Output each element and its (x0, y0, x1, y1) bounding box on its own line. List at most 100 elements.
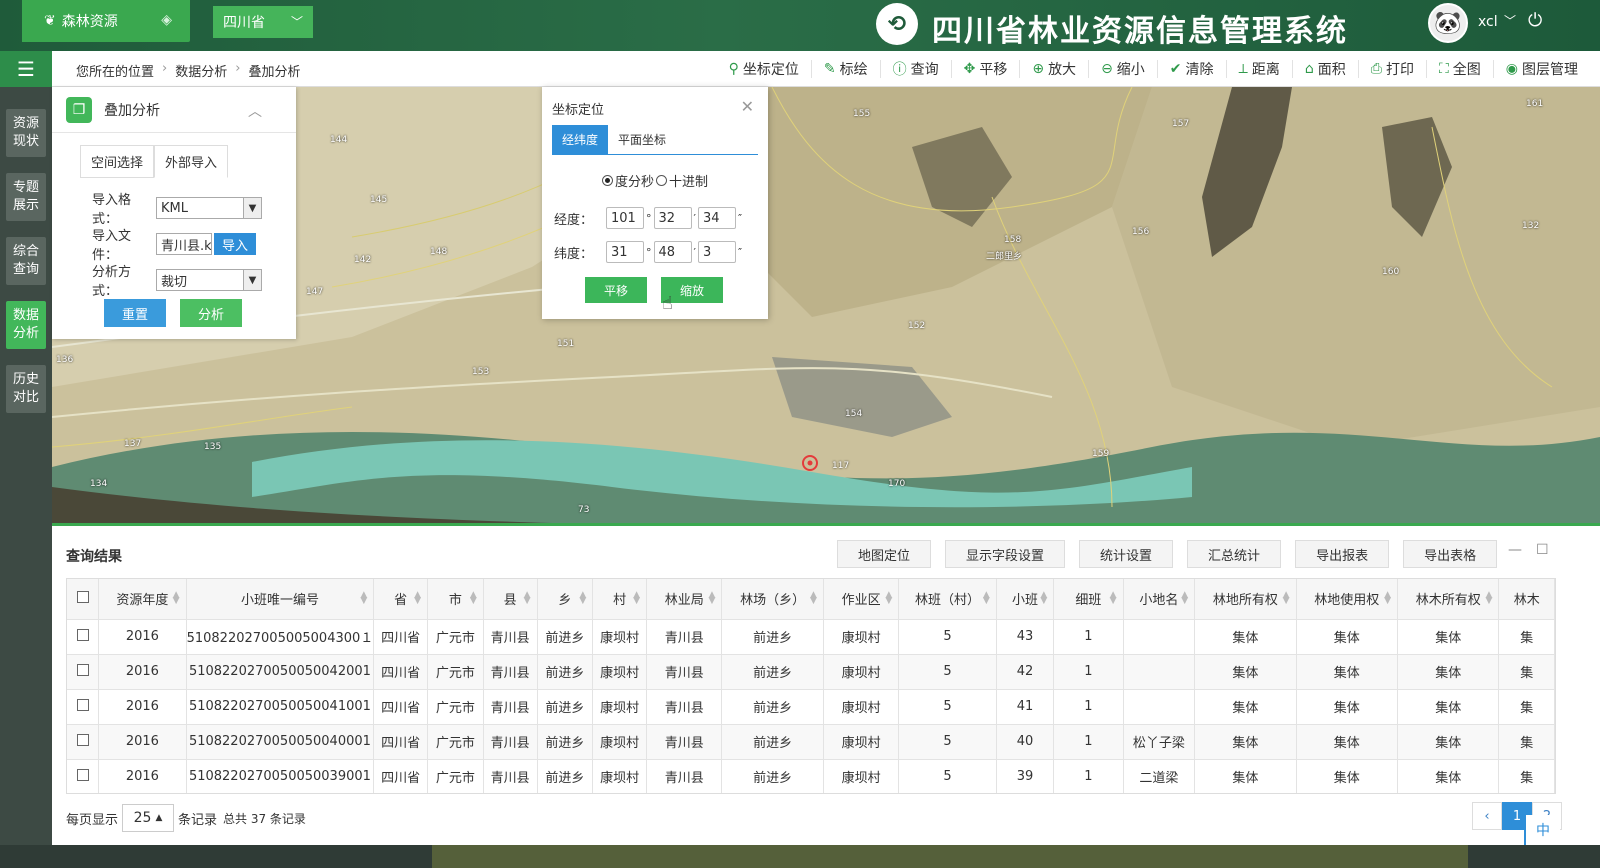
table-row[interactable]: 2016 510822027005005004300１ 四川省 广元市 青川县 前进乡 康坝… (67, 619, 1555, 655)
analysis-method-select[interactable]: 裁切 ▼ (156, 269, 262, 291)
user-menu-chevron-icon[interactable]: ﹀ (1504, 12, 1516, 29)
column-header[interactable]: 细班 ▲ ▼ (1053, 579, 1124, 620)
user-name[interactable]: xcl (1478, 14, 1498, 30)
tool-move[interactable]: ✥ 平移 (950, 60, 1020, 78)
column-header[interactable]: 资源年度 ▲ ▼ (98, 579, 187, 620)
row-checkbox[interactable] (76, 628, 89, 641)
avatar[interactable]: 🐼 (1428, 3, 1468, 43)
app-tab-forest-resource[interactable]: ❦ 森林资源 ◈ (22, 0, 190, 42)
sort-icon[interactable]: ▲ ▼ (633, 591, 640, 606)
sort-icon[interactable]: ▲ ▼ (1283, 591, 1290, 606)
close-icon[interactable]: ✕ (741, 97, 754, 116)
sort-icon[interactable]: ▲ ▼ (709, 591, 716, 606)
column-header[interactable]: 林木所有权 ▲ ▼ (1397, 579, 1500, 620)
column-header[interactable]: 林地使用权 ▲ ▼ (1296, 579, 1399, 620)
export-report-button[interactable]: 导出报表 (1295, 540, 1390, 568)
tool-zoom-out[interactable]: ⊖ 缩小 (1088, 60, 1157, 78)
tab-spatial-select[interactable]: 空间选择 (80, 145, 155, 178)
column-header[interactable]: 乡 ▲ ▼ (537, 579, 594, 620)
sort-icon[interactable]: ▲ ▼ (885, 591, 892, 606)
tool-fullextent[interactable]: ⛶ 全图 (1425, 60, 1493, 78)
column-header[interactable]: 小班 ▲ ▼ (996, 579, 1055, 620)
analyze-button[interactable]: 分析 (180, 299, 242, 327)
tool-ruler[interactable]: ⟂ 距离 (1225, 60, 1292, 78)
import-button[interactable]: 导入 (214, 233, 256, 255)
tag-icon[interactable]: ◈ (161, 12, 172, 28)
province-select[interactable]: 四川省 ﹀ (213, 6, 313, 38)
rail-item-resource-status[interactable]: 资源 现状 (6, 109, 46, 157)
table-row[interactable]: 2016 5108220270050050041001 四川省 广元市 青川县 前进乡 康坝… (67, 689, 1555, 725)
sort-icon[interactable]: ▲ ▼ (173, 591, 180, 606)
menu-toggle-icon[interactable]: ☰ (0, 51, 52, 87)
longitude-degrees-input[interactable]: 101 (606, 207, 644, 229)
map-locate-button[interactable]: 地图定位 (837, 540, 932, 568)
rail-item-history[interactable]: 历史 对比 (6, 365, 46, 413)
longitude-minutes-input[interactable]: 32 (653, 207, 692, 229)
table-row[interactable]: 2016 5108220270050050039001 四川省 广元市 青川县 前进乡 康坝… (67, 759, 1555, 793)
minimize-icon[interactable]: — (1508, 542, 1522, 558)
sort-icon[interactable]: ▲ ▼ (1110, 591, 1117, 606)
power-icon[interactable]: ⏻ (1528, 10, 1542, 31)
row-checkbox[interactable] (76, 663, 89, 676)
column-header[interactable]: 林地所有权 ▲ ▼ (1194, 579, 1297, 620)
sort-icon[interactable]: ▲ ▼ (524, 591, 531, 606)
tool-area[interactable]: ⌂ 面积 (1291, 60, 1358, 78)
tab-plane-coord[interactable]: 平面坐标 (608, 125, 676, 154)
column-header[interactable]: 林业局 ▲ ▼ (646, 579, 723, 620)
radio-dms[interactable] (602, 175, 613, 186)
row-checkbox[interactable] (76, 733, 89, 746)
column-header[interactable]: 县 ▲ ▼ (483, 579, 538, 620)
reset-button[interactable]: 重置 (104, 299, 166, 327)
column-header[interactable]: 村 ▲ ▼ (592, 579, 648, 620)
tool-printer[interactable]: ⎙ 打印 (1357, 60, 1426, 78)
longitude-seconds-input[interactable]: 34 (698, 207, 736, 229)
tool-pencil[interactable]: ✎ 标绘 (810, 60, 880, 78)
sort-icon[interactable]: ▲ ▼ (1485, 591, 1492, 606)
latitude-seconds-input[interactable]: 3 (698, 241, 736, 263)
tool-eraser[interactable]: ✔ 清除 (1156, 60, 1226, 78)
row-checkbox[interactable] (76, 698, 89, 711)
summary-stat-button[interactable]: 汇总统计 (1187, 540, 1282, 568)
sort-icon[interactable]: ▲ ▼ (810, 591, 817, 606)
radio-decimal[interactable] (656, 175, 668, 186)
pan-button[interactable]: 平移 (585, 277, 647, 303)
latitude-minutes-input[interactable]: 48 (653, 241, 692, 263)
column-header[interactable]: 市 ▲ ▼ (427, 579, 484, 620)
sort-icon[interactable]: ▲ ▼ (414, 591, 421, 606)
maximize-icon[interactable]: ☐ (1536, 542, 1549, 558)
breadcrumb-item[interactable]: 数据分析 (175, 61, 227, 80)
sort-icon[interactable]: ▲ ▼ (1384, 591, 1391, 606)
column-header[interactable]: 作业区 ▲ ▼ (823, 579, 900, 620)
tool-layers[interactable]: ◉ 图层管理 (1492, 60, 1590, 78)
collapse-icon[interactable]: ︿ (248, 101, 262, 121)
sort-icon[interactable]: ▲ ▼ (983, 591, 990, 606)
import-format-select[interactable]: KML ▼ (156, 197, 262, 219)
page-size-select[interactable]: 25 ▲ (122, 804, 175, 832)
rail-item-thematic[interactable]: 专题 展示 (6, 173, 46, 221)
column-header[interactable]: 小地名 ▲ ▼ (1123, 579, 1196, 620)
sort-icon[interactable]: ▲ ▼ (1181, 591, 1188, 606)
import-file-input[interactable]: 青川县.k (156, 233, 212, 255)
sort-icon[interactable]: ▲ ▼ (470, 591, 477, 606)
rail-item-data-analysis[interactable]: 数据 分析 (6, 301, 46, 349)
column-header[interactable]: 林班（村） ▲ ▼ (898, 579, 997, 620)
ime-indicator[interactable]: 中 (1524, 815, 1560, 845)
export-table-button[interactable]: 导出表格 (1403, 540, 1498, 568)
tab-latlon[interactable]: 经纬度 (552, 125, 609, 154)
tool-zoom-in[interactable]: ⊕ 放大 (1019, 60, 1088, 78)
column-header[interactable]: 林木 (1498, 579, 1555, 620)
column-header[interactable]: 小班唯一编号 ▲ ▼ (186, 579, 375, 620)
select-all-checkbox[interactable] (76, 590, 89, 603)
column-header[interactable]: 林场（乡） ▲ ▼ (721, 579, 824, 620)
field-display-settings-button[interactable]: 显示字段设置 (945, 540, 1066, 568)
prev-page-button[interactable]: ‹ (1472, 802, 1502, 830)
latitude-degrees-input[interactable]: 31 (606, 241, 644, 263)
table-row[interactable]: 2016 5108220270050050042001 四川省 广元市 青川县 前进乡 康坝… (67, 654, 1555, 690)
tool-info[interactable]: ⓘ 查询 (879, 60, 951, 78)
table-row[interactable]: 2016 5108220270050050040001 四川省 广元市 青川县 前进乡 康坝… (67, 724, 1555, 760)
sort-icon[interactable]: ▲ ▼ (360, 591, 367, 606)
tab-external-import[interactable]: 外部导入 (154, 145, 229, 178)
rail-item-query[interactable]: 综合 查询 (6, 237, 46, 285)
sort-icon[interactable]: ▲ ▼ (579, 591, 586, 606)
sort-icon[interactable]: ▲ ▼ (1040, 591, 1047, 606)
